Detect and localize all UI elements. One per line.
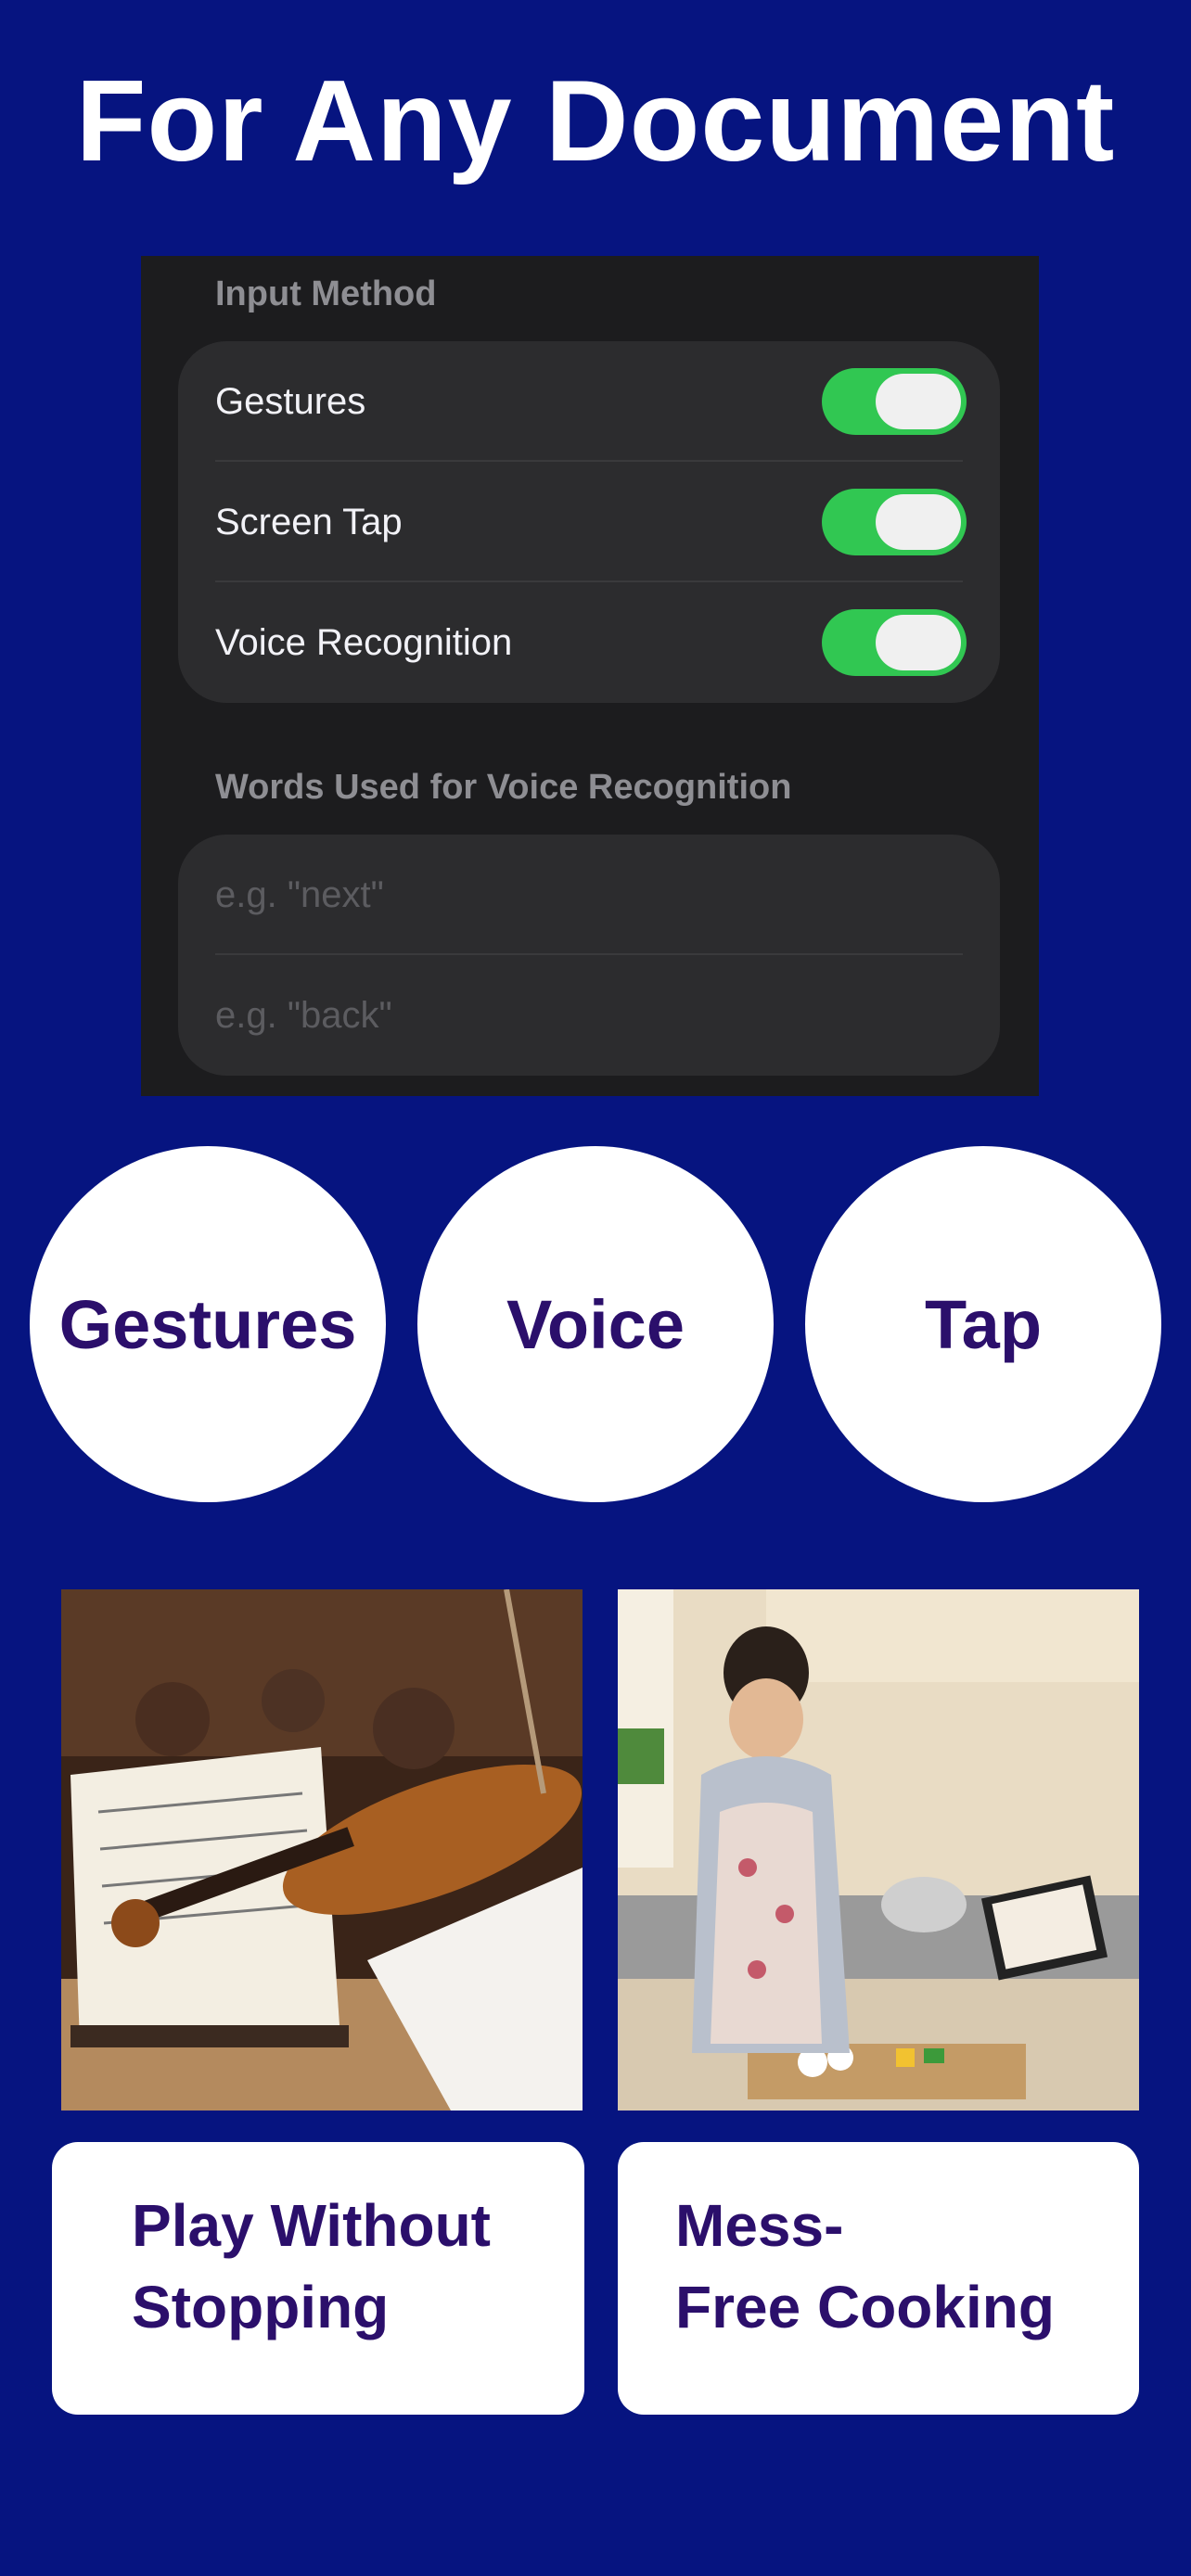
page-headline: For Any Document <box>75 57 1116 185</box>
words-header: Words Used for Voice Recognition <box>215 768 792 807</box>
toggle-row-voice-recognition: Voice Recognition <box>178 582 1000 703</box>
mess-free-cooking-card: Mess- Free Cooking <box>618 2142 1139 2415</box>
toggle-knob <box>876 615 961 670</box>
word-field-back[interactable]: e.g. "back" <box>178 955 1000 1076</box>
card-line-2: Free Cooking <box>675 2274 1055 2340</box>
voice-recognition-toggle[interactable] <box>822 609 967 676</box>
card-line-1: Play Without <box>132 2192 491 2259</box>
toggle-knob <box>876 494 961 550</box>
play-without-stopping-card: Play Without Stopping <box>52 2142 584 2415</box>
toggle-label: Voice Recognition <box>215 621 513 663</box>
cooking-photo <box>618 1589 1139 2111</box>
card-line-2: Stopping <box>132 2274 390 2340</box>
mode-circle-tap: Tap <box>805 1146 1161 1502</box>
toggle-label: Screen Tap <box>215 501 403 542</box>
card-line-1: Mess- <box>675 2192 844 2259</box>
voice-words-group: e.g. "next" e.g. "back" <box>178 835 1000 1076</box>
next-word-placeholder: e.g. "next" <box>215 874 384 915</box>
word-field-next[interactable]: e.g. "next" <box>178 835 1000 955</box>
toggle-row-screen-tap: Screen Tap <box>178 462 1000 582</box>
screen-tap-toggle[interactable] <box>822 489 967 555</box>
input-method-header: Input Method <box>215 274 437 313</box>
back-word-placeholder: e.g. "back" <box>215 994 392 1036</box>
input-method-group: Gestures Screen Tap Voice Recognition <box>178 341 1000 703</box>
toggle-knob <box>876 374 961 429</box>
mode-circle-gestures: Gestures <box>30 1146 386 1502</box>
settings-panel: Input Method Gestures Screen Tap Voice R… <box>141 256 1039 1096</box>
gestures-toggle[interactable] <box>822 368 967 435</box>
violin-player-photo <box>61 1589 583 2111</box>
mode-circle-voice: Voice <box>417 1146 774 1502</box>
toggle-row-gestures: Gestures <box>178 341 1000 462</box>
toggle-label: Gestures <box>215 380 366 422</box>
